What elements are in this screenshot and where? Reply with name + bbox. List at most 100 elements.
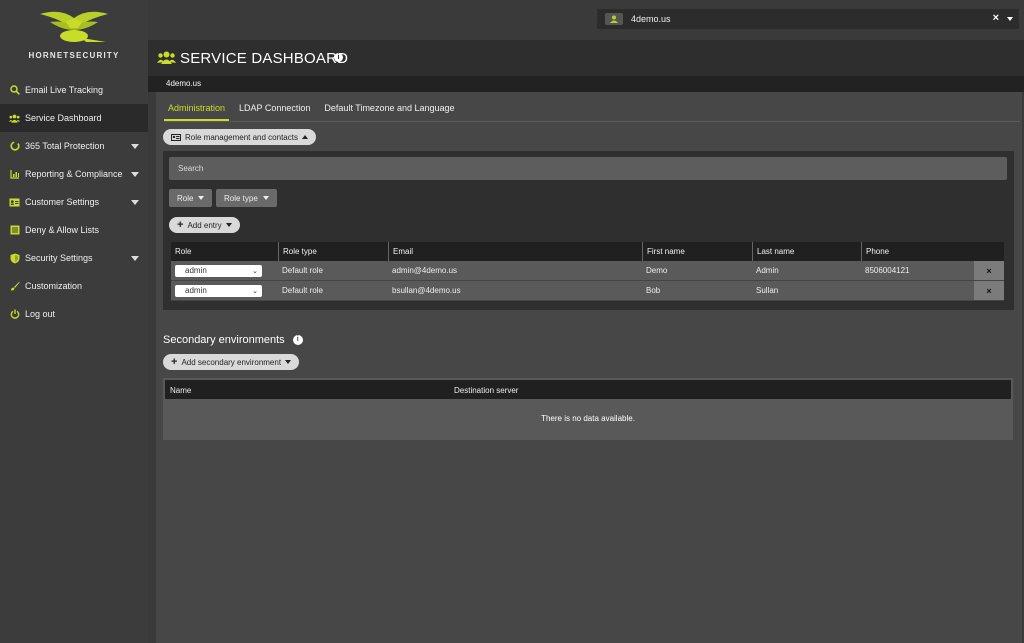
role-select[interactable]: admin ⌄ — [175, 264, 262, 277]
role-cell: admin ⌄ — [171, 281, 278, 300]
column-last-name[interactable]: Last name — [752, 242, 861, 261]
add-secondary-environment-button[interactable]: + Add secondary environment — [163, 354, 300, 370]
table-header: Role Role type Email First name Last nam… — [171, 242, 1004, 261]
phone-cell — [861, 281, 970, 300]
email-cell: admin@4demo.us — [392, 266, 458, 275]
role-management-panel: Role Role type + Add entry Role Role typ… — [163, 151, 1014, 310]
sidebar-item-label: Email Live Tracking — [25, 85, 104, 95]
breadcrumb: 4demo.us — [148, 76, 1024, 92]
sidebar-item-reporting-and-compliance[interactable]: Reporting & Compliance — [0, 160, 148, 188]
chevron-down-icon[interactable] — [131, 144, 139, 149]
table-header: Name Destination server — [165, 380, 1011, 399]
info-icon[interactable]: i — [292, 335, 303, 345]
list-icon — [9, 225, 20, 236]
chevron-down-icon[interactable] — [1007, 17, 1013, 21]
main-content: Administration LDAP Connection Default T… — [156, 92, 1022, 643]
id-card-icon — [9, 197, 20, 208]
column-role[interactable]: Role — [171, 242, 278, 261]
filter-role-button[interactable]: Role — [169, 189, 213, 207]
sidebar-item-label: Customer Settings — [25, 197, 100, 207]
role-select-value: admin — [185, 286, 207, 295]
role-select-value: admin — [185, 266, 207, 275]
tab-ldap-connection[interactable]: LDAP Connection — [235, 101, 314, 121]
search-input[interactable] — [169, 157, 1007, 180]
phone-cell: 8506004121 — [865, 266, 910, 275]
page-header: SERVICE DASHBOARD i — [148, 40, 1024, 76]
add-entry-button[interactable]: + Add entry — [169, 217, 240, 233]
first-name-cell: Demo — [646, 266, 668, 275]
caret-up-icon — [301, 135, 308, 139]
chevron-down-icon — [225, 223, 232, 227]
empty-state-message: There is no data available. — [541, 414, 635, 423]
sidebar-item-label: Customization — [25, 281, 83, 291]
sidebar-item-customer-settings[interactable]: Customer Settings — [0, 188, 148, 216]
column-first-name[interactable]: First name — [642, 242, 752, 261]
sidebar-item-log-out[interactable]: Log out — [0, 300, 148, 328]
tab-administration[interactable]: Administration — [164, 101, 230, 121]
sidebar-item-customization[interactable]: Customization — [0, 272, 148, 300]
sidebar-item-label: Service Dashboard — [25, 113, 102, 123]
clear-domain-icon[interactable]: × — [993, 12, 999, 24]
role-select[interactable]: admin ⌄ — [175, 284, 262, 297]
tab-divider — [164, 121, 1020, 122]
plus-icon: + — [177, 219, 184, 231]
first-name-cell: Bob — [646, 286, 661, 295]
secondary-environments-heading: Secondary environments i — [163, 334, 303, 346]
table-row: admin ⌄ Default role admin@4demo.us Demo … — [171, 261, 1004, 281]
users-icon — [9, 113, 20, 124]
secondary-environments-title: Secondary environments — [163, 334, 285, 346]
role-cell: admin ⌄ — [171, 261, 278, 280]
sidebar-item-label: 365 Total Protection — [25, 141, 105, 151]
domain-selector[interactable]: 4demo.us × — [597, 9, 1019, 29]
filter-role-label: Role — [177, 193, 194, 203]
roles-table: Role Role type Email First name Last nam… — [171, 242, 1004, 301]
sidebar-item-label: Security Settings — [25, 253, 93, 263]
email-cell: bsullan@4demo.us — [392, 286, 461, 295]
tab-default-timezone-language[interactable]: Default Timezone and Language — [320, 101, 458, 121]
sidebar-item-label: Deny & Allow Lists — [25, 225, 100, 235]
chevron-down-icon: ⌄ — [252, 287, 258, 295]
sidebar-item-security-settings[interactable]: Security Settings — [0, 244, 148, 272]
info-icon[interactable]: i — [334, 53, 343, 62]
chevron-down-icon[interactable] — [131, 172, 139, 177]
chevron-down-icon: ⌄ — [252, 267, 258, 275]
sidebar-item-deny-and-allow-lists[interactable]: Deny & Allow Lists — [0, 216, 148, 244]
page-title: SERVICE DASHBOARD — [180, 50, 349, 67]
sidebar-item-service-dashboard[interactable]: Service Dashboard — [0, 104, 148, 132]
hornet-icon — [40, 11, 108, 42]
hornetsecurity-logo[interactable]: HORNETSECURITY — [20, 8, 128, 66]
shield-icon — [9, 253, 20, 264]
filter-role-type-button[interactable]: Role type — [216, 189, 277, 207]
column-destination-server[interactable]: Destination server — [454, 386, 518, 395]
role-type-cell: Default role — [282, 266, 323, 275]
chevron-down-icon — [262, 196, 269, 200]
sidebar-item-365-total-protection[interactable]: 365 Total Protection — [0, 132, 148, 160]
add-secondary-environment-label: Add secondary environment — [181, 357, 282, 367]
role-management-toggle[interactable]: Role management and contacts — [163, 129, 316, 145]
content-gutter — [148, 92, 156, 643]
delete-row-button[interactable]: × — [974, 281, 1004, 300]
users-icon — [157, 51, 176, 69]
chart-icon — [9, 169, 20, 180]
column-phone[interactable]: Phone — [861, 242, 1004, 261]
chevron-down-icon — [285, 360, 292, 364]
delete-row-button[interactable]: × — [974, 261, 1004, 280]
role-management-label: Role management and contacts — [185, 132, 298, 142]
role-type-cell: Default role — [282, 286, 323, 295]
sidebar-item-label: Log out — [25, 309, 56, 319]
id-card-icon — [171, 133, 181, 141]
sidebar-item-email-live-tracking[interactable]: Email Live Tracking — [0, 76, 148, 104]
ring-icon — [9, 141, 20, 152]
column-name[interactable]: Name — [170, 386, 191, 395]
column-email[interactable]: Email — [388, 242, 642, 261]
tab-bar: Administration LDAP Connection Default T… — [164, 101, 465, 121]
current-domain: 4demo.us — [166, 79, 202, 88]
search-icon — [9, 85, 20, 96]
chevron-down-icon[interactable] — [131, 200, 139, 205]
brush-icon — [9, 281, 20, 292]
domain-avatar-icon — [605, 13, 623, 25]
column-role-type[interactable]: Role type — [278, 242, 388, 261]
domain-selector-value: 4demo.us — [631, 14, 671, 24]
sidebar-nav: Email Live Tracking Service Dashboard 365 … — [0, 76, 148, 328]
chevron-down-icon[interactable] — [131, 256, 139, 261]
